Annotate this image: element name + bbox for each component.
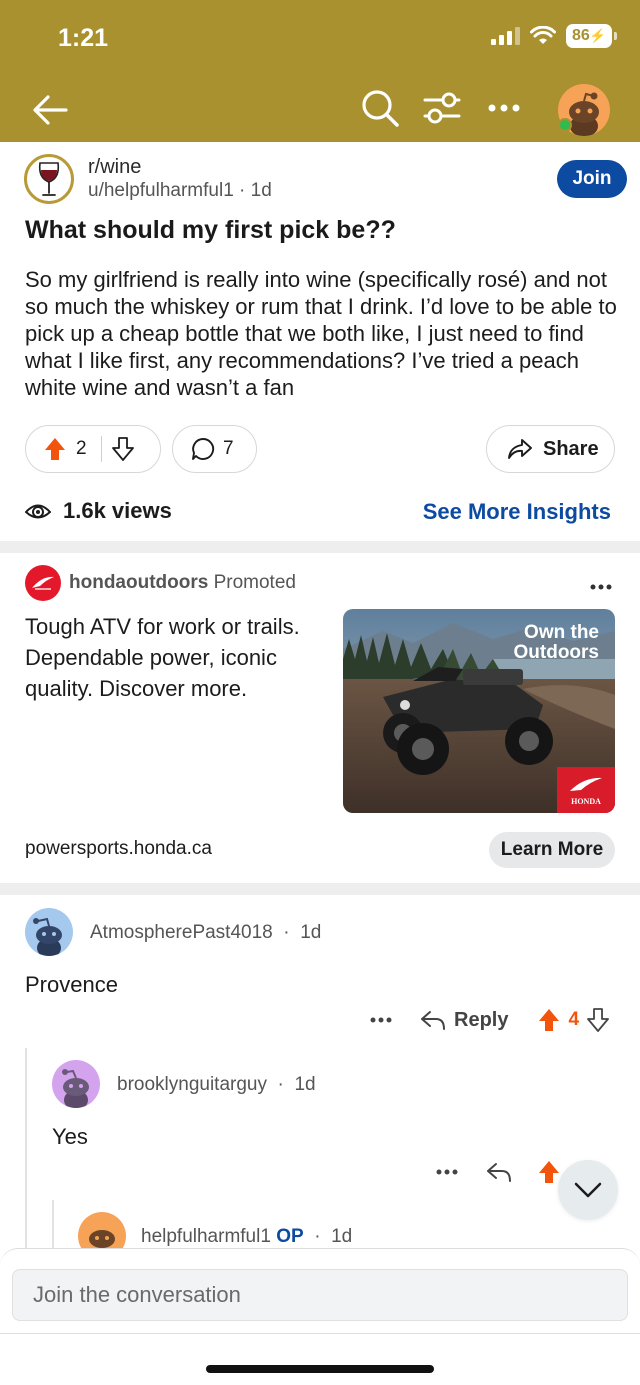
search-icon (362, 90, 399, 127)
post-meta: u/helpfulharmful1 · 1d (88, 180, 272, 201)
snoo-avatar-icon (33, 917, 62, 956)
ad-domain[interactable]: powersports.honda.ca (25, 838, 212, 860)
honda-wing-icon (570, 777, 602, 791)
reply-icon (421, 1011, 445, 1030)
subreddit-name[interactable]: r/wine (88, 156, 141, 179)
avatar[interactable] (25, 908, 73, 956)
comment-author[interactable]: AtmospherePast4018 (90, 922, 273, 943)
views-icon (25, 504, 51, 519)
ad-image-headline: Own the Outdoors (513, 622, 600, 663)
share-button[interactable]: Share (486, 425, 615, 473)
back-arrow-icon (33, 95, 68, 125)
advertiser-name[interactable]: hondaoutdoors (69, 572, 208, 593)
wine-glass-icon (38, 162, 60, 196)
wifi-icon (530, 26, 557, 44)
avatar[interactable] (52, 1060, 100, 1108)
ad-text: Tough ATV for work or trails. Dependable… (25, 614, 300, 701)
comment-author-row: AtmospherePast4018 · 1d (90, 922, 322, 943)
scroll-to-next-comment-button[interactable] (558, 1160, 618, 1220)
thread-line (52, 1200, 54, 1248)
battery-indicator: 86⚡ (566, 24, 617, 48)
section-divider (0, 541, 640, 553)
panel-divider (0, 1333, 640, 1334)
promoted-label: Promoted (213, 572, 296, 593)
comment-count: 7 (223, 438, 234, 459)
search-button[interactable] (358, 86, 402, 130)
comment-age: 1d (331, 1226, 353, 1247)
post-author[interactable]: u/helpfulharmful1 (88, 180, 234, 201)
learn-more-button[interactable]: Learn More (489, 832, 615, 868)
comment-icon (192, 438, 215, 460)
signal-icon (491, 27, 521, 45)
advertiser-row: hondaoutdoors Promoted (69, 572, 296, 594)
subreddit-icon[interactable] (24, 154, 74, 204)
comment-author[interactable]: brooklynguitarguy (117, 1074, 267, 1095)
comment-text: Provence (25, 972, 118, 997)
upvote-icon[interactable] (44, 437, 66, 461)
more-icon (590, 584, 612, 590)
more-icon (488, 104, 520, 112)
join-button[interactable]: Join (557, 160, 627, 198)
ad-image[interactable]: Own the Outdoors HONDA (343, 609, 615, 813)
comment-vote-count: 4 (568, 1009, 580, 1030)
comment-author-row: helpfulharmful1 OP · 1d (141, 1226, 353, 1247)
reply-button[interactable]: Reply (420, 1009, 508, 1032)
comment-age: 1d (294, 1074, 316, 1095)
status-indicators: 86⚡ (491, 24, 617, 48)
downvote-icon[interactable] (587, 1008, 609, 1032)
reply-icon[interactable] (486, 1161, 512, 1183)
app-header: 1:21 86⚡ (0, 0, 640, 142)
share-label: Share (543, 437, 599, 460)
filter-icon (423, 92, 461, 124)
honda-badge: HONDA (557, 767, 615, 813)
honda-wing-icon (32, 576, 54, 590)
op-badge: OP (276, 1226, 304, 1247)
comment-author[interactable]: helpfulharmful1 (141, 1226, 271, 1247)
vote-count: 2 (76, 438, 87, 459)
more-options-button[interactable] (484, 88, 524, 128)
see-more-insights-link[interactable]: See More Insights (423, 499, 611, 525)
honda-logo-icon[interactable] (25, 565, 61, 601)
chevron-down-icon (574, 1182, 602, 1198)
home-indicator[interactable] (206, 1365, 434, 1373)
online-status-dot (558, 118, 572, 132)
post-title: What should my first pick be?? (25, 216, 396, 244)
upvote-icon[interactable] (538, 1008, 560, 1032)
comment-actions: Reply 4 (370, 1008, 609, 1032)
section-divider (0, 883, 640, 895)
comments-button[interactable]: 7 (172, 425, 257, 473)
comment-author-row: brooklynguitarguy · 1d (117, 1074, 316, 1095)
comment-actions (436, 1160, 560, 1184)
more-icon[interactable] (436, 1169, 458, 1175)
comment-text: Yes (52, 1124, 88, 1149)
filter-button[interactable] (420, 86, 464, 130)
comment-age: 1d (300, 922, 322, 943)
thread-line (25, 1048, 27, 1248)
share-icon (508, 439, 532, 459)
status-time: 1:21 (58, 24, 109, 52)
more-icon[interactable] (370, 1017, 392, 1023)
views-row: 1.6k views (25, 498, 172, 524)
post-body: So my girlfriend is really into wine (sp… (25, 267, 617, 400)
snoo-avatar-icon (62, 1069, 89, 1108)
post-age: 1d (250, 180, 272, 201)
back-button[interactable] (28, 88, 72, 132)
downvote-icon[interactable] (111, 437, 134, 461)
views-count: 1.6k views (63, 498, 172, 523)
join-conversation-input[interactable] (12, 1269, 628, 1321)
vote-control: 2 (25, 425, 161, 473)
ad-options-button[interactable] (590, 577, 612, 595)
upvote-icon[interactable] (538, 1160, 560, 1184)
